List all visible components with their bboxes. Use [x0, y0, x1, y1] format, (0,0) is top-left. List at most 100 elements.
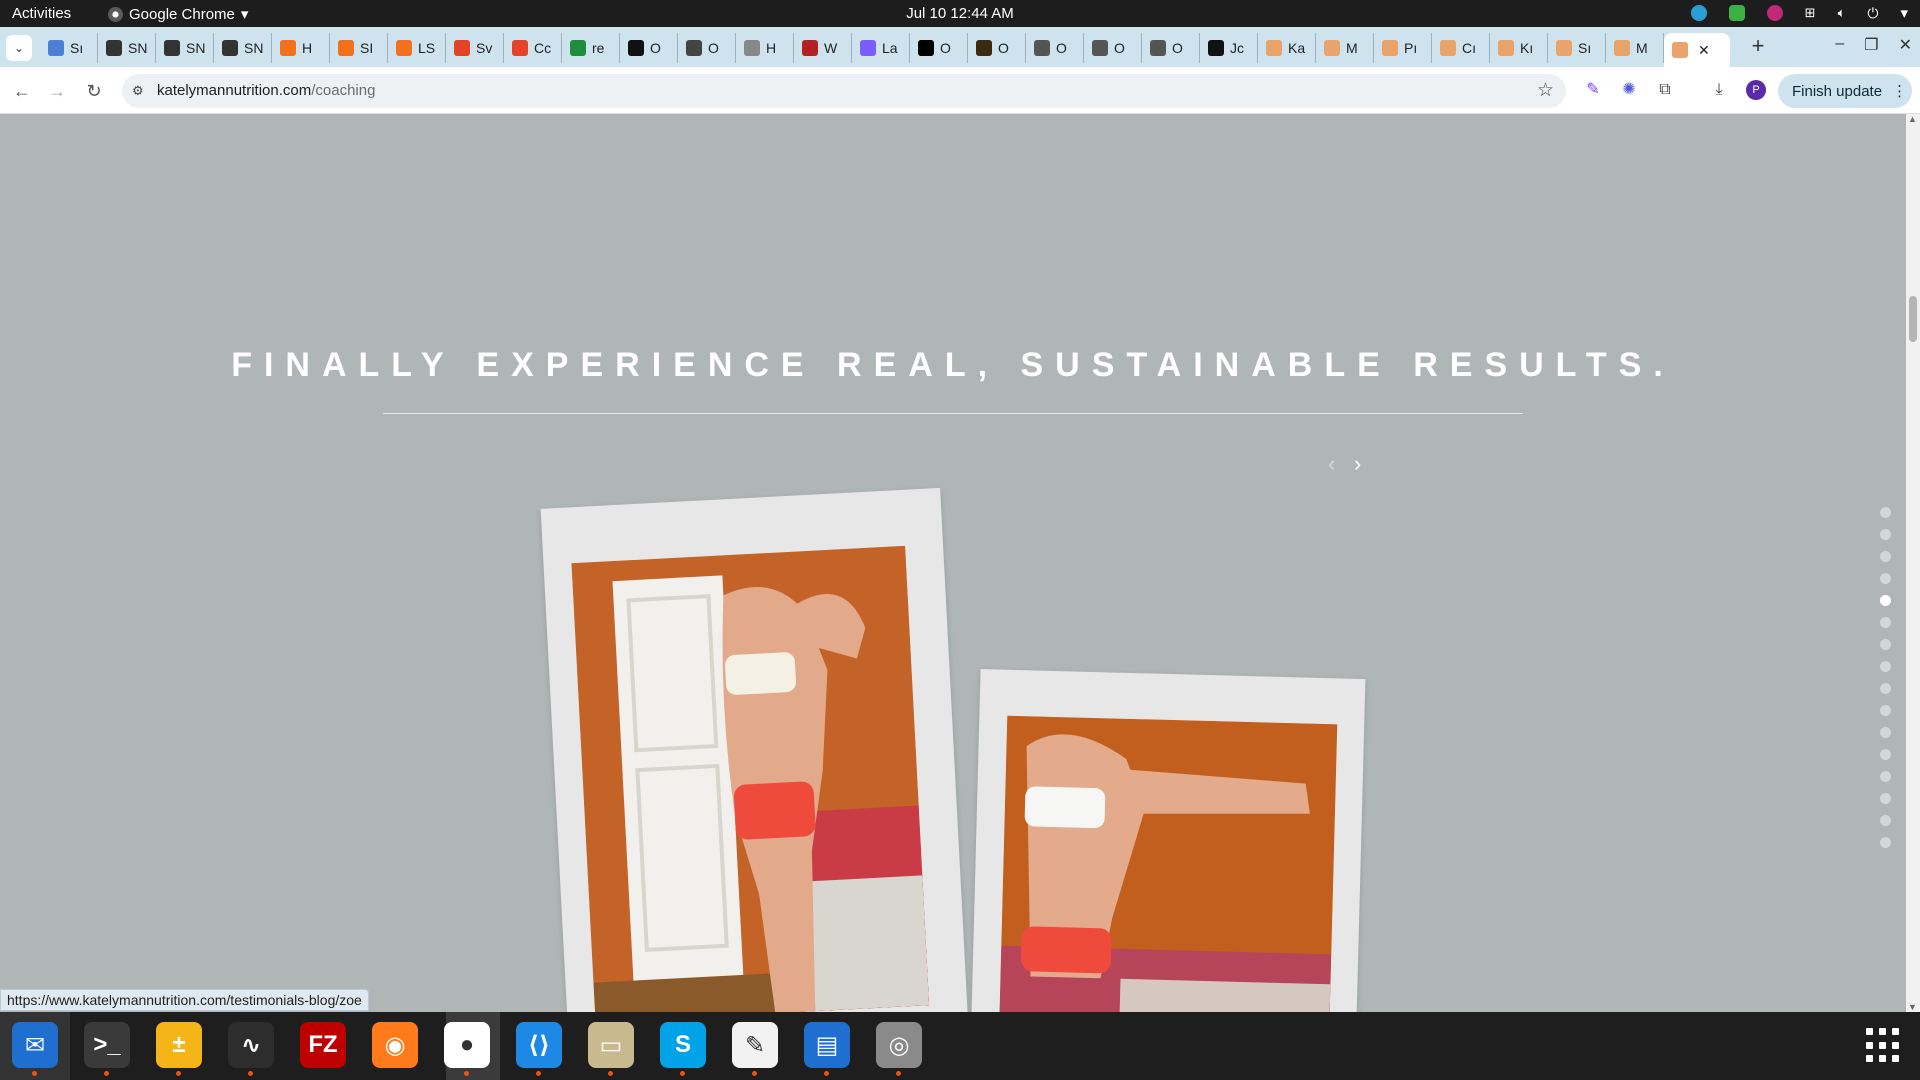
scroll-thumb[interactable]	[1909, 296, 1917, 342]
close-tab-icon[interactable]: ✕	[1698, 42, 1710, 59]
section-dot[interactable]	[1880, 573, 1891, 584]
section-dot[interactable]	[1880, 639, 1891, 650]
forward-button[interactable]: →	[45, 79, 69, 103]
section-dot[interactable]	[1880, 595, 1891, 606]
browser-tab[interactable]: SN	[156, 33, 214, 63]
browser-tab[interactable]: Cc	[504, 33, 562, 63]
carousel-next-icon[interactable]: ›	[1354, 451, 1361, 477]
carousel-prev-icon[interactable]: ‹	[1328, 451, 1335, 477]
pen-extension-icon[interactable]: ✎	[1582, 79, 1604, 101]
browser-tab[interactable]: W	[794, 33, 852, 63]
app-indicator-icon[interactable]	[1766, 5, 1783, 21]
dock-filezilla-icon[interactable]: FZ	[300, 1022, 346, 1068]
close-window-icon[interactable]: ✕	[1899, 35, 1912, 55]
section-dot[interactable]	[1880, 749, 1891, 760]
dock-libreoffice-writer-icon[interactable]: ▤	[804, 1022, 850, 1076]
browser-tab[interactable]: O	[678, 33, 736, 63]
black-square-icon	[918, 40, 934, 56]
dock-files-icon[interactable]: ▭	[588, 1022, 634, 1076]
page-scrollbar[interactable]: ▲ ▼	[1906, 114, 1920, 1012]
volume-icon[interactable]: 🔈︎	[1838, 5, 1846, 21]
section-dot[interactable]	[1880, 837, 1891, 848]
section-dot[interactable]	[1880, 793, 1891, 804]
browser-tab[interactable]: La	[852, 33, 910, 63]
chevron-down-icon[interactable]: ▾	[1900, 4, 1908, 22]
browser-tab[interactable]: LS	[388, 33, 446, 63]
browser-tab[interactable]: Pı	[1374, 33, 1432, 63]
browser-tab[interactable]: Sı	[40, 33, 98, 63]
new-tab-button[interactable]: +	[1744, 33, 1772, 61]
browser-tab[interactable]: Ka	[1258, 33, 1316, 63]
browser-tab[interactable]: Sv	[446, 33, 504, 63]
browser-tab[interactable]: SN	[214, 33, 272, 63]
dock-terminal-icon[interactable]: >_	[84, 1022, 130, 1076]
section-dot[interactable]	[1880, 683, 1891, 694]
dock-skype-icon[interactable]: S	[660, 1022, 706, 1076]
dock-vscode-icon[interactable]: ⟨⟩	[516, 1022, 562, 1076]
browser-tab[interactable]: O	[620, 33, 678, 63]
sparkle-extension-icon[interactable]: ✺	[1618, 79, 1640, 101]
section-dot[interactable]	[1880, 771, 1891, 782]
browser-tab[interactable]: M	[1316, 33, 1374, 63]
dock-firefox-icon[interactable]: ◉	[372, 1022, 418, 1068]
section-dot[interactable]	[1880, 727, 1891, 738]
restore-icon[interactable]: ❐	[1864, 35, 1878, 55]
sync-icon[interactable]	[1690, 5, 1707, 21]
tab-search-button[interactable]: ⌄	[6, 35, 32, 61]
browser-tab[interactable]: H	[272, 33, 330, 63]
page-headline: FINALLY EXPERIENCE REAL, SUSTAINABLE RES…	[231, 346, 1675, 384]
section-dot[interactable]	[1880, 529, 1891, 540]
scroll-down-icon[interactable]: ▼	[1908, 1002, 1917, 1012]
clock[interactable]: Jul 10 12:44 AM	[906, 5, 1014, 22]
activities-button[interactable]: Activities	[12, 5, 71, 22]
download-icon[interactable]: ⤓	[1708, 79, 1730, 101]
browser-tab[interactable]: O	[1026, 33, 1084, 63]
show-apps-grid-icon[interactable]	[1866, 1028, 1902, 1064]
section-dot[interactable]	[1880, 705, 1891, 716]
browser-tab[interactable]: O	[910, 33, 968, 63]
extensions-puzzle-icon[interactable]: ⧉	[1654, 79, 1676, 101]
browser-tab[interactable]: M	[1606, 33, 1664, 63]
section-dot[interactable]	[1880, 815, 1891, 826]
url-text[interactable]: katelymannutrition.com/coaching	[157, 82, 375, 99]
section-dot[interactable]	[1880, 617, 1891, 628]
check-icon[interactable]	[1728, 5, 1745, 21]
site-info-icon[interactable]: ⚙	[132, 83, 144, 99]
finish-update-button[interactable]: Finish update ⋮	[1778, 74, 1912, 108]
system-tray[interactable]: ⊞ 🔈︎ ⏻ ▾	[1690, 4, 1908, 22]
browser-tab[interactable]: Jc	[1200, 33, 1258, 63]
browser-tab[interactable]: SI	[330, 33, 388, 63]
dock-calculator-icon[interactable]: ±	[156, 1022, 202, 1076]
browser-tab[interactable]: Cı	[1432, 33, 1490, 63]
minimize-icon[interactable]: –	[1835, 35, 1844, 55]
profile-avatar[interactable]: P	[1746, 80, 1766, 100]
reload-button[interactable]: ↻	[82, 79, 106, 103]
section-dot[interactable]	[1880, 551, 1891, 562]
dock-text-editor-icon[interactable]: ✎	[732, 1022, 778, 1076]
dock-thunderbird-icon[interactable]: ✉	[12, 1022, 58, 1076]
section-dot[interactable]	[1880, 507, 1891, 518]
browser-tab[interactable]: Kı	[1490, 33, 1548, 63]
power-icon[interactable]: ⏻	[1867, 5, 1878, 22]
browser-tab[interactable]: SN	[98, 33, 156, 63]
section-dot[interactable]	[1880, 661, 1891, 672]
gitlab-icon	[512, 40, 528, 56]
dock-system-monitor-icon[interactable]: ∿	[228, 1022, 274, 1076]
browser-tab[interactable]: O	[1142, 33, 1200, 63]
app-menu[interactable]: Google Chrome ▾	[108, 5, 248, 23]
network-icon[interactable]: ⊞	[1805, 5, 1816, 21]
browser-tab[interactable]: Sı	[1548, 33, 1606, 63]
back-button[interactable]: ←	[10, 79, 34, 103]
scroll-up-icon[interactable]: ▲	[1908, 114, 1917, 124]
browser-tab[interactable]: re	[562, 33, 620, 63]
browser-tab-active[interactable]: ✕	[1664, 33, 1730, 67]
dock-disks-icon[interactable]: ◎	[876, 1022, 922, 1076]
browser-tab[interactable]: O	[968, 33, 1026, 63]
dock-chrome-icon[interactable]: ●	[444, 1022, 490, 1076]
bookmark-star-icon[interactable]: ☆	[1537, 79, 1554, 102]
browser-tab[interactable]: O	[1084, 33, 1142, 63]
browser-tab[interactable]: H	[736, 33, 794, 63]
testimonial-photo-2[interactable]	[969, 669, 1366, 1012]
address-bar[interactable]: ⚙ katelymannutrition.com/coaching ☆	[122, 74, 1566, 108]
testimonial-photo-1[interactable]	[540, 487, 970, 1012]
